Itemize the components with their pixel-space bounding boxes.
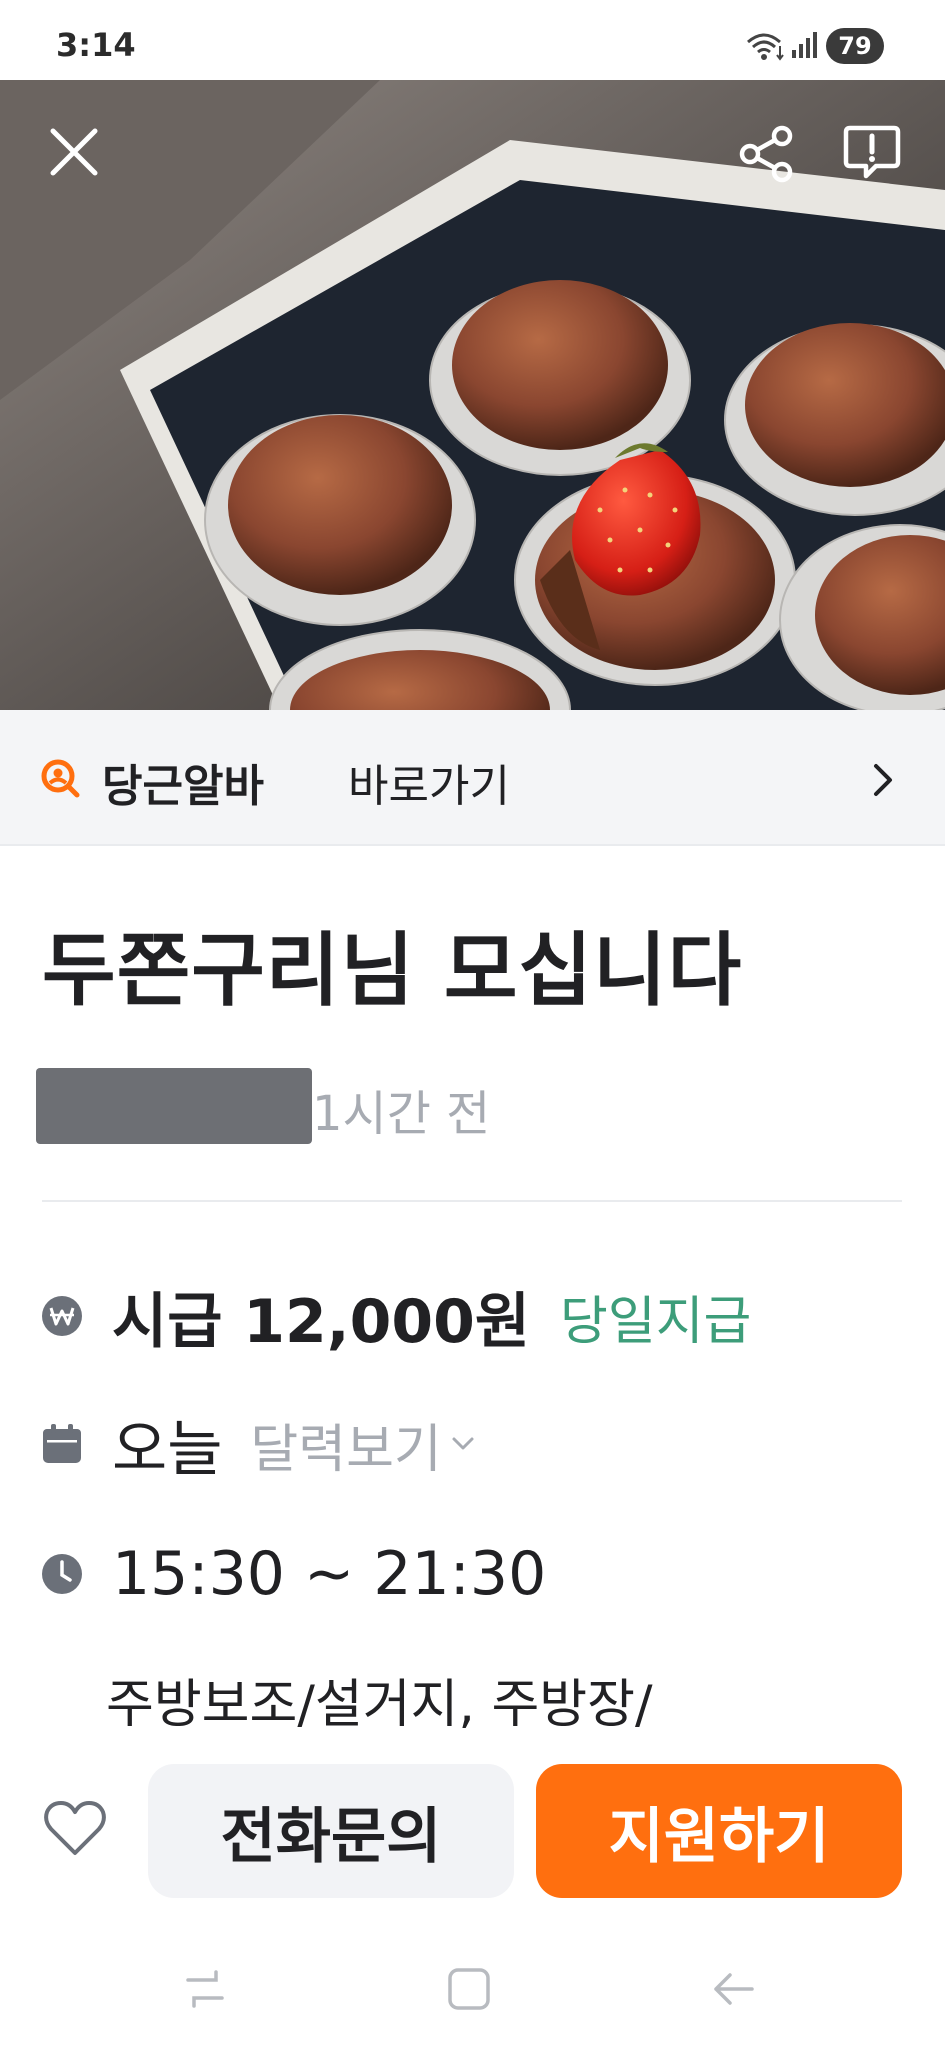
view-calendar-link[interactable]: 달력보기 <box>250 1407 477 1482</box>
bottom-action-bar: 전화문의 지원하기 <box>0 1740 945 1920</box>
work-hours-text: 15:30 ~ 21:30 <box>112 1539 547 1609</box>
post-time: 1시간 전 <box>312 1086 491 1142</box>
wifi-icon <box>747 33 784 61</box>
alba-link-label: 바로가기 <box>348 761 510 812</box>
heart-icon[interactable] <box>42 1798 108 1858</box>
wage-text: 시급 12,000원 <box>112 1286 531 1357</box>
time-row: 15:30 ~ 21:30 <box>40 1534 546 1614</box>
alba-shortcut-banner[interactable]: 당근알바 바로가기 <box>0 710 945 846</box>
date-row: 오늘 달력보기 <box>40 1404 478 1485</box>
hero-image[interactable] <box>0 80 945 710</box>
back-icon[interactable] <box>708 1964 758 2014</box>
chevron-down-icon <box>452 1437 474 1450</box>
same-day-pay-badge: 당일지급 <box>560 1291 752 1352</box>
share-icon <box>739 125 793 183</box>
date-text: 오늘 <box>112 1414 223 1485</box>
alba-brand-label: 당근알바 <box>102 761 264 812</box>
home-icon[interactable] <box>444 1964 494 2014</box>
close-button[interactable] <box>34 112 114 192</box>
close-icon <box>50 128 98 176</box>
author-name-redacted <box>36 1068 312 1144</box>
view-calendar-label: 달력보기 <box>250 1419 442 1480</box>
signal-icon <box>792 32 817 58</box>
divider <box>42 1200 902 1202</box>
system-nav-bar <box>0 1920 945 2048</box>
search-person-icon <box>41 759 80 798</box>
job-category-text: 주방보조/설거지, 주방장/ <box>106 1675 653 1735</box>
wage-row: 시급 12,000원 당일지급 <box>40 1276 752 1357</box>
apply-button[interactable]: 지원하기 <box>536 1764 902 1898</box>
won-icon <box>42 1296 82 1336</box>
battery-indicator: 79 <box>826 28 884 64</box>
share-button[interactable] <box>727 114 807 194</box>
calendar-icon <box>43 1424 81 1463</box>
phone-inquiry-button[interactable]: 전화문의 <box>148 1764 514 1898</box>
status-bar: 3:14 79 <box>0 0 945 80</box>
status-time: 3:14 <box>56 26 136 64</box>
clock-icon <box>42 1554 82 1594</box>
chevron-right-icon <box>874 764 892 796</box>
report-icon <box>843 125 901 179</box>
recents-icon[interactable] <box>180 1964 230 2014</box>
report-button[interactable] <box>832 112 912 192</box>
post-title: 두쫀구리님 모십니다 <box>42 924 743 1017</box>
